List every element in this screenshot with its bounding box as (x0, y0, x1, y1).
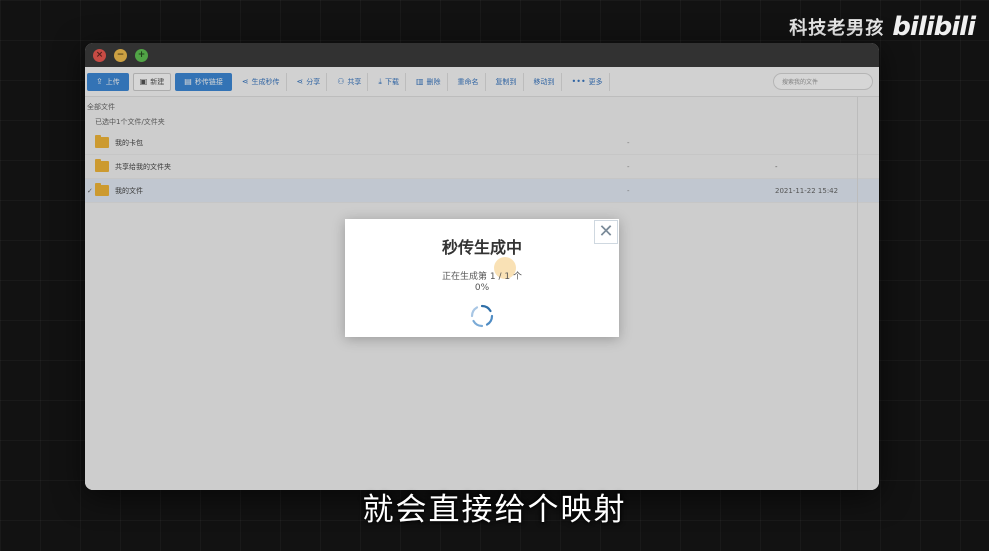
dialog-percent: 0% (474, 283, 490, 293)
instant-generate-dialog: ✕ 秒传生成中 正在生成第 1 / 1 个 0% (345, 219, 619, 337)
video-watermark: 科技老男孩 bilibili (789, 12, 976, 42)
video-subtitle: 就会直接给个映射 (362, 492, 627, 528)
dialog-title: 秒传生成中 (441, 238, 522, 257)
loading-spinner-icon (470, 304, 494, 328)
dialog-status: 正在生成第 1 / 1 个 (442, 272, 522, 282)
dialog-close-button[interactable]: ✕ (594, 220, 618, 244)
bilibili-logo: bilibili (892, 12, 976, 42)
channel-name: 科技老男孩 (789, 18, 885, 39)
close-icon: ✕ (598, 221, 614, 242)
